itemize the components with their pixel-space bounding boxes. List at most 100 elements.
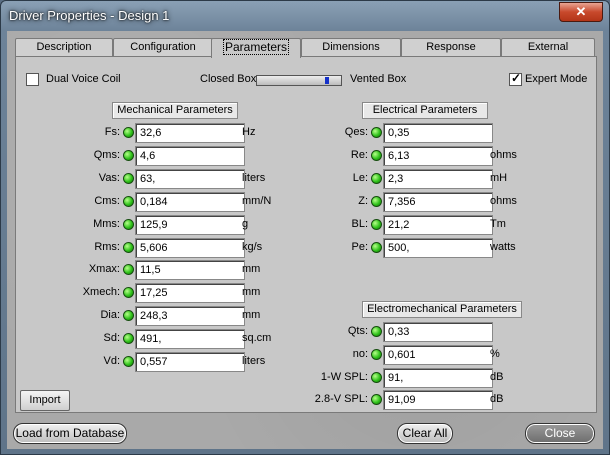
tab-response-label: Response — [426, 41, 476, 53]
status-led-icon[interactable] — [123, 287, 134, 299]
parameters-panel: Dual Voice Coil Closed Box Vented Box ✓ … — [15, 56, 597, 413]
param-value-field[interactable]: 500, — [383, 238, 493, 258]
status-led-icon[interactable] — [123, 264, 134, 276]
status-led-icon[interactable] — [123, 310, 134, 322]
status-led-icon[interactable] — [123, 241, 134, 253]
title-bar[interactable]: Driver Properties - Design 1 ✕ — [1, 1, 609, 31]
param-label: Re: — [350, 149, 368, 161]
clear-all-button[interactable]: Clear All — [397, 423, 453, 444]
tab-configuration[interactable]: Configuration — [113, 38, 213, 56]
vented-box-label: Vented Box — [350, 73, 407, 85]
status-led-icon[interactable] — [123, 218, 134, 230]
param-value-field[interactable]: 0,184 — [135, 191, 245, 212]
param-label: Cms: — [94, 194, 120, 207]
param-value-field[interactable]: 5,606 — [135, 237, 245, 258]
param-label: Rms: — [94, 240, 120, 253]
close-button[interactable]: Close — [525, 423, 595, 444]
status-led-icon[interactable] — [123, 149, 134, 161]
tab-configuration-label: Configuration — [130, 41, 196, 53]
param-unit: mm — [242, 286, 261, 299]
status-led-icon[interactable] — [371, 219, 382, 230]
param-unit: mH — [490, 172, 508, 184]
status-led-icon[interactable] — [123, 172, 134, 184]
param-unit: g — [242, 217, 249, 230]
param-value-field[interactable]: 2,3 — [383, 169, 493, 189]
param-value-field[interactable]: 125,9 — [135, 214, 245, 235]
import-button[interactable]: Import — [20, 390, 70, 411]
dual-voice-coil-label: Dual Voice Coil — [46, 73, 121, 85]
param-unit: mm — [242, 263, 261, 276]
load-from-database-button[interactable]: Load from Database — [13, 423, 127, 444]
param-unit: dB — [490, 370, 504, 383]
status-led-icon[interactable] — [371, 242, 382, 253]
param-value-field[interactable]: 32,6 — [135, 123, 245, 143]
tab-description[interactable]: Description — [15, 38, 113, 56]
param-unit: dB — [490, 393, 504, 406]
param-value-field[interactable]: 248,3 — [135, 306, 245, 327]
param-label: Vd: — [103, 355, 120, 367]
electromechanical-parameters-header: Electromechanical Parameters — [362, 301, 522, 318]
tab-parameters[interactable]: Parameters — [211, 38, 301, 58]
status-led-icon[interactable] — [371, 127, 382, 138]
param-label: Le: — [352, 172, 368, 184]
box-type-slider-thumb[interactable] — [325, 77, 329, 84]
tab-external-label: External — [527, 41, 569, 53]
driver-properties-window: Driver Properties - Design 1 ✕ Descripti… — [0, 0, 610, 455]
status-led-icon[interactable] — [123, 356, 134, 367]
param-unit: ohms — [490, 195, 517, 207]
param-label: Pe: — [351, 241, 368, 253]
param-unit: mm/N — [242, 194, 272, 207]
param-value-field[interactable]: 491, — [135, 329, 245, 350]
param-value-field[interactable]: 91, — [383, 367, 493, 388]
closed-box-label: Closed Box — [200, 73, 257, 85]
status-led-icon[interactable] — [123, 127, 134, 138]
tab-external[interactable]: External — [501, 38, 595, 56]
param-unit: liters — [242, 355, 266, 367]
param-unit: Hz — [242, 126, 256, 138]
mechanical-parameters-header: Mechanical Parameters — [112, 102, 238, 119]
param-label: Qes: — [344, 126, 368, 138]
param-value-field[interactable]: 63, — [135, 168, 245, 189]
check-icon: ✓ — [511, 71, 522, 85]
status-led-icon[interactable] — [371, 173, 382, 184]
window-title: Driver Properties - Design 1 — [9, 8, 170, 23]
client-area: Description Configuration Parameters Dim… — [7, 31, 603, 449]
param-label: Xmech: — [82, 286, 120, 299]
status-led-icon[interactable] — [371, 326, 382, 337]
param-value-field[interactable]: 0,601 — [383, 344, 493, 365]
param-value-field[interactable]: 0,33 — [383, 322, 493, 342]
param-value-field[interactable]: 4,6 — [135, 145, 245, 166]
tab-dimensions[interactable]: Dimensions — [301, 38, 401, 56]
param-value-field[interactable]: 0,557 — [135, 352, 245, 372]
param-unit: mm — [242, 309, 261, 322]
electrical-parameters-header: Electrical Parameters — [362, 102, 488, 119]
tab-dimensions-label: Dimensions — [322, 41, 380, 53]
param-label: 2.8-V SPL: — [314, 393, 368, 406]
status-led-icon[interactable] — [123, 195, 134, 207]
expert-mode-checkbox[interactable]: ✓ — [509, 71, 522, 86]
status-led-icon[interactable] — [123, 333, 134, 345]
tab-response[interactable]: Response — [401, 38, 501, 56]
param-value-field[interactable]: 17,25 — [135, 283, 245, 304]
param-label: Xmax: — [88, 263, 120, 276]
status-led-icon[interactable] — [371, 394, 382, 406]
param-value-field[interactable]: 6,13 — [383, 146, 493, 166]
param-label: Mms: — [93, 217, 120, 230]
window-close-button[interactable]: ✕ — [559, 2, 603, 22]
param-unit: sq.cm — [242, 332, 272, 345]
status-led-icon[interactable] — [371, 371, 382, 383]
param-unit: % — [490, 347, 500, 360]
param-label: Qts: — [347, 325, 368, 337]
status-led-icon[interactable] — [371, 150, 382, 161]
param-value-field[interactable]: 0,35 — [383, 123, 493, 143]
param-label: Z: — [358, 195, 368, 207]
box-type-slider[interactable] — [256, 75, 342, 86]
param-value-field[interactable]: 7,356 — [383, 192, 493, 212]
param-value-field[interactable]: 11,5 — [135, 260, 245, 281]
param-value-field[interactable]: 91,09 — [383, 390, 493, 411]
param-value-field[interactable]: 21,2 — [383, 215, 493, 235]
status-led-icon[interactable] — [371, 196, 382, 207]
dual-voice-coil-checkbox[interactable] — [26, 73, 39, 86]
status-led-icon[interactable] — [371, 348, 382, 360]
param-unit: watts — [490, 241, 516, 253]
